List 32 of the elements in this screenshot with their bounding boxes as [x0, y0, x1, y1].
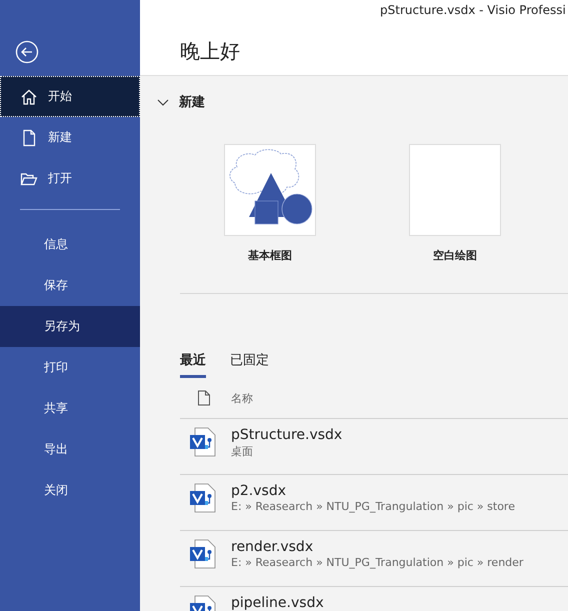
template-label: 基本框图 [248, 248, 292, 263]
file-name: pStructure.vsdx [231, 427, 342, 443]
sidebar-item[interactable]: 导出 [0, 429, 140, 470]
tab[interactable]: 最近 [180, 351, 206, 378]
sidebar-item[interactable]: 保存 [0, 265, 140, 306]
tab[interactable]: 已固定 [230, 351, 269, 378]
file-row[interactable]: pStructure.vsdx 桌面 [180, 419, 568, 475]
sidebar-item[interactable]: 开始 [0, 76, 140, 117]
sidebar-item[interactable]: 新建 [0, 117, 140, 158]
file-location: 桌面 [231, 444, 254, 459]
file-location: E: » Reasearch » NTU_PG_Trangulation » pic » render [231, 556, 524, 569]
file-location: E: » Reasearch » NTU_PG_Trangulation » pic » store [231, 500, 515, 513]
section-title: 新建 [179, 94, 205, 111]
file-row[interactable]: p2.vsdx E: » Reasearch » NTU_PG_Trangulation » pic » store [180, 475, 568, 531]
file-name: render.vsdx [231, 539, 314, 555]
sidebar-label: 新建 [48, 129, 72, 146]
sidebar-item[interactable]: 打开 [0, 158, 140, 199]
sidebar-item[interactable]: 共享 [0, 388, 140, 429]
sidebar-label: 打开 [48, 170, 72, 187]
file-row[interactable]: pipeline.vsdx [180, 587, 568, 611]
greeting: 晚上好 [180, 38, 240, 65]
template-label: 空白绘图 [433, 248, 477, 263]
sidebar-item[interactable]: 关闭 [0, 470, 140, 511]
file-name: pipeline.vsdx [231, 595, 324, 611]
column-header: 名称 [231, 390, 253, 406]
window-title: pStructure.vsdx - Visio Professi [380, 3, 566, 17]
sidebar-label: 开始 [48, 88, 72, 105]
file-name: p2.vsdx [231, 483, 287, 499]
file-row[interactable]: render.vsdx E: » Reasearch » NTU_PG_Trangulation » pic » render [180, 531, 568, 587]
sidebar-item[interactable]: 打印 [0, 347, 140, 388]
sidebar-item[interactable]: 另存为 [0, 306, 140, 347]
sidebar-item[interactable]: 信息 [0, 224, 140, 265]
